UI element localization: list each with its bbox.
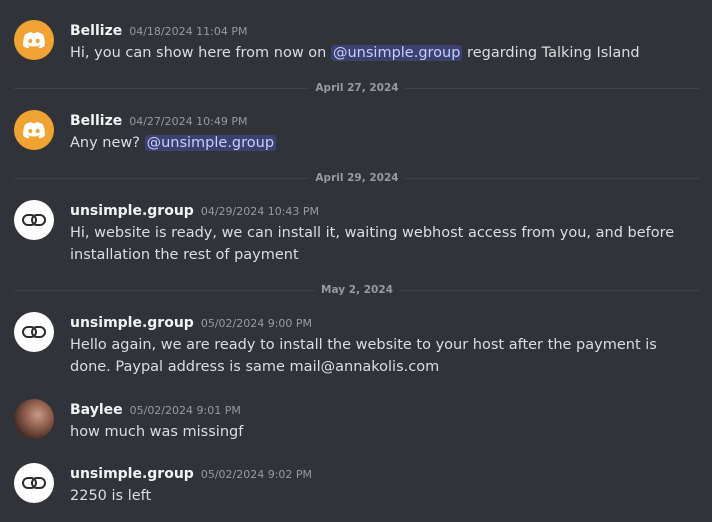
message-text: Hi, you can show here from now on (70, 45, 331, 61)
message-text: Any new? (70, 135, 145, 151)
author-name[interactable]: unsimple.group (70, 203, 194, 219)
avatar[interactable] (14, 399, 54, 439)
message-text: 2250 is left (70, 488, 152, 504)
date-divider-label: May 2, 2024 (315, 283, 399, 297)
author-name[interactable]: Baylee (70, 402, 123, 418)
user-mention[interactable]: @unsimple.group (144, 135, 277, 151)
discord-logo-icon (23, 122, 45, 139)
message-timestamp: 05/02/2024 9:01 PM (129, 404, 241, 417)
message-timestamp: 04/29/2024 10:43 PM (200, 205, 320, 218)
message-timestamp: 05/02/2024 9:00 PM (200, 317, 313, 330)
author-name[interactable]: unsimple.group (70, 315, 194, 331)
message-content: Any new? @unsimple.group (70, 132, 690, 154)
discord-logo-icon (23, 32, 45, 49)
chain-link-icon (22, 214, 46, 226)
author-name[interactable]: Bellize (70, 23, 122, 39)
chat-message-list: Bellize 04/18/2024 11:04 PM Hi, you can s… (0, 0, 712, 522)
date-divider-label: April 29, 2024 (309, 171, 405, 185)
message-text: Hi, website is ready, we can install it,… (70, 225, 675, 263)
avatar[interactable] (14, 312, 54, 352)
chain-link-icon (22, 477, 46, 489)
message-timestamp: 04/18/2024 11:04 PM (129, 25, 248, 38)
date-divider: May 2, 2024 (14, 283, 700, 297)
message-content: Hi, you can show here from now on @unsim… (70, 42, 690, 64)
avatar[interactable] (14, 463, 54, 503)
message-text: Hello again, we are ready to install the… (70, 337, 657, 375)
avatar[interactable] (14, 200, 54, 240)
avatar[interactable] (14, 20, 54, 60)
author-name[interactable]: Bellize (70, 113, 122, 129)
user-mention[interactable]: @unsimple.group (330, 45, 463, 61)
avatar[interactable] (14, 110, 54, 150)
date-divider: April 29, 2024 (14, 171, 700, 185)
date-divider: April 27, 2024 (14, 81, 700, 95)
chain-link-icon (22, 326, 46, 338)
date-divider-label: April 27, 2024 (309, 81, 405, 95)
message-timestamp: 04/27/2024 10:49 PM (129, 115, 248, 128)
message-timestamp: 05/02/2024 9:02 PM (200, 468, 313, 481)
message-text: regarding Talking Island (462, 45, 640, 61)
author-name[interactable]: unsimple.group (70, 466, 194, 482)
message-text: how much was missingf (70, 424, 244, 440)
